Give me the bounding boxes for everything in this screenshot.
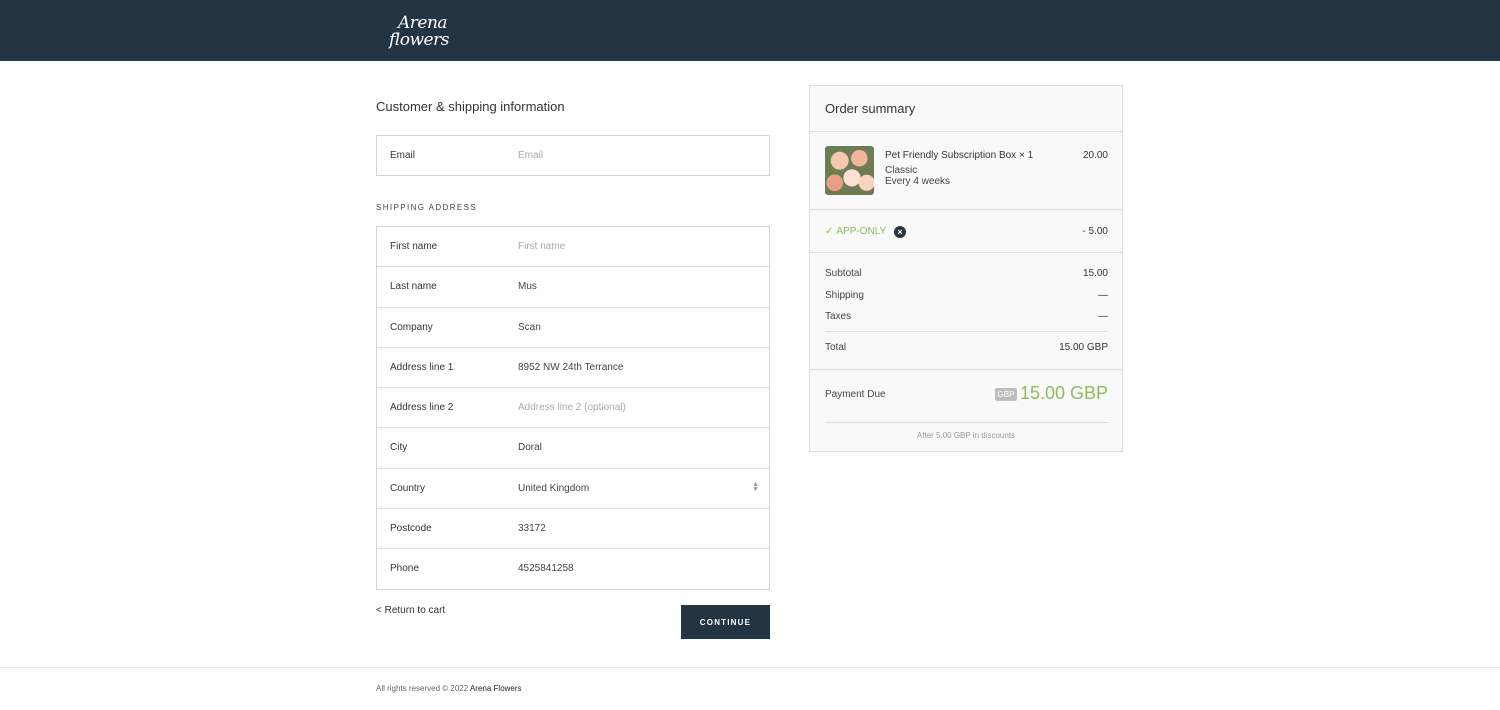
divider xyxy=(810,209,1122,210)
divider xyxy=(810,131,1122,132)
check-icon: ✓ xyxy=(825,226,834,237)
footer-divider xyxy=(0,667,1500,668)
total-value: 15.00 GBP xyxy=(1059,342,1108,353)
item-frequency: Every 4 weeks xyxy=(885,176,951,187)
site-header: Arena flowers xyxy=(0,0,1500,61)
discount-code-label: APP-ONLY xyxy=(836,226,887,237)
currency-badge: GBP xyxy=(995,388,1017,401)
country-value[interactable]: United Kingdom xyxy=(518,483,589,494)
address-line-1-input[interactable]: 8952 NW 24th Terrance xyxy=(518,362,623,373)
address-line-2-input[interactable]: Address line 2 (optional) xyxy=(518,402,626,413)
remove-discount-icon[interactable]: × xyxy=(894,226,906,238)
first-name-field[interactable]: First name First name xyxy=(377,227,769,268)
discount-amount: - 5.00 xyxy=(1082,226,1108,237)
field-label: Phone xyxy=(390,563,419,575)
divider xyxy=(810,369,1122,370)
divider xyxy=(810,252,1122,253)
arena-flowers-logo[interactable]: Arena flowers xyxy=(388,10,458,52)
field-label: Address line 2 xyxy=(390,402,454,414)
page-title: Customer & shipping information xyxy=(376,99,565,114)
shipping-value: — xyxy=(1098,290,1108,301)
company-field[interactable]: Company Scan xyxy=(377,308,769,348)
field-label: First name xyxy=(390,241,438,252)
taxes-value: — xyxy=(1098,311,1108,322)
item-variant: Classic xyxy=(885,165,918,176)
payment-due-label: Payment Due xyxy=(825,389,886,400)
field-label: Last name xyxy=(390,281,437,293)
payment-due-amount: 15.00 GBP xyxy=(1019,383,1108,403)
shipping-address-form: First name First name Last name Mus Comp… xyxy=(376,226,770,590)
discount-note: After 5.00 GBP in discounts xyxy=(916,431,1016,440)
country-select[interactable]: Country United Kingdom ▲ ▼ xyxy=(377,469,769,510)
phone-field[interactable]: Phone 4525841258 xyxy=(377,549,769,589)
city-input[interactable]: Doral xyxy=(518,442,542,453)
field-label: Country xyxy=(390,482,426,494)
email-label: Email xyxy=(390,150,416,161)
site-footer: All rights reserved © 2022 Arena Flowers xyxy=(376,684,522,693)
email-input[interactable]: Email xyxy=(518,150,543,161)
subtotal-label: Subtotal xyxy=(825,268,862,279)
first-name-input[interactable]: First name xyxy=(518,241,565,252)
subtotal-value: 15.00 xyxy=(1082,268,1108,279)
phone-input[interactable]: 4525841258 xyxy=(518,563,574,574)
address-line-2-field[interactable]: Address line 2 Address line 2 (optional) xyxy=(377,388,769,429)
select-arrows-icon: ▲ ▼ xyxy=(752,480,759,493)
item-name: Pet Friendly Subscription Box × 1 xyxy=(885,150,1034,161)
order-summary-panel: Order summary Pet Friendly Subscription … xyxy=(809,85,1123,452)
copyright-text: All rights reserved © 2022 xyxy=(376,684,469,693)
divider xyxy=(825,331,1108,332)
return-to-cart-link[interactable]: < Return to cart xyxy=(376,605,445,616)
field-label: Address line 1 xyxy=(390,361,454,373)
field-label: Postcode xyxy=(390,523,432,535)
footer-brand-link[interactable]: Arena Flowers xyxy=(470,684,522,693)
postcode-field[interactable]: Postcode 33172 xyxy=(377,509,769,550)
email-field[interactable]: Email Email xyxy=(376,135,770,176)
address-line-1-field[interactable]: Address line 1 8952 NW 24th Terrance xyxy=(377,348,769,389)
shipping-address-heading: SHIPPING ADDRESS xyxy=(376,203,478,212)
total-label: Total xyxy=(825,342,847,353)
taxes-label: Taxes xyxy=(825,311,852,322)
field-label: Company xyxy=(390,321,433,333)
item-price: 20.00 xyxy=(1082,150,1108,161)
continue-button[interactable]: CONTINUE xyxy=(681,605,770,639)
flower-bouquet-image xyxy=(825,146,874,195)
divider xyxy=(825,422,1108,423)
postcode-input[interactable]: 33172 xyxy=(518,523,546,534)
last-name-field[interactable]: Last name Mus xyxy=(377,267,769,308)
shipping-label: Shipping xyxy=(825,290,864,301)
last-name-input[interactable]: Mus xyxy=(518,281,537,292)
discount-code: ✓ APP-ONLY xyxy=(825,226,886,237)
company-input[interactable]: Scan xyxy=(518,322,541,333)
field-label: City xyxy=(390,442,408,454)
order-summary-title: Order summary xyxy=(825,101,916,116)
logo-line-2: flowers xyxy=(389,30,449,50)
city-field[interactable]: City Doral xyxy=(377,428,769,469)
